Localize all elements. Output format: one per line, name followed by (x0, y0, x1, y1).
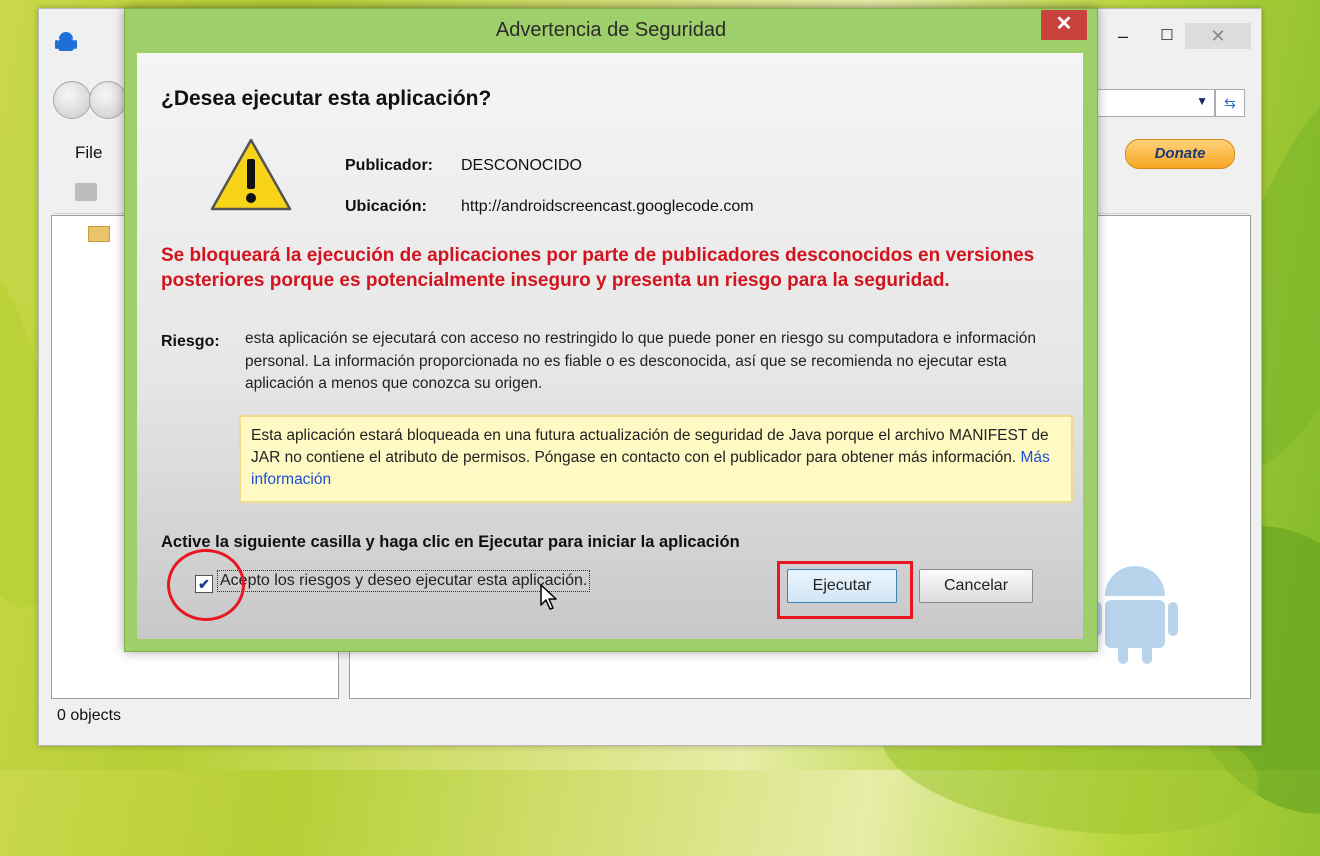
info-text: Esta aplicación estará bloqueada en una … (251, 427, 1049, 466)
dialog-question: ¿Desea ejecutar esta aplicación? (161, 87, 492, 110)
blocking-warning-text: Se bloqueará la ejecución de aplicacione… (161, 245, 1035, 291)
refresh-icon[interactable]: ⇆ (1215, 89, 1245, 117)
forward-button[interactable] (89, 81, 127, 119)
dropdown-arrow-icon[interactable]: ▼ (1196, 94, 1208, 108)
cancel-button[interactable]: Cancelar (919, 569, 1033, 603)
location-label: Ubicación: (345, 198, 427, 215)
close-button[interactable]: ✕ (1185, 23, 1251, 49)
upload-icon[interactable] (75, 183, 97, 201)
info-box: Esta aplicación estará bloqueada en una … (239, 415, 1073, 503)
security-warning-dialog: Advertencia de Seguridad ✕ ¿Desea ejecut… (124, 8, 1098, 652)
highlight-box (777, 561, 913, 619)
warning-icon (210, 138, 292, 211)
location-value: http://androidscreencast.googlecode.com (461, 198, 754, 215)
folder-icon[interactable] (88, 226, 110, 242)
mouse-cursor-icon (540, 584, 557, 610)
status-bar: 0 objects (57, 707, 122, 724)
android-app-icon (55, 31, 77, 61)
risk-description: esta aplicación se ejecutará con acceso … (245, 330, 1036, 392)
minimize-button[interactable]: – (1101, 23, 1145, 49)
dialog-close-button[interactable]: ✕ (1041, 10, 1087, 40)
publisher-value: DESCONOCIDO (461, 157, 582, 174)
instruction-text: Active la siguiente casilla y haga clic … (161, 533, 740, 551)
dialog-body: ¿Desea ejecutar esta aplicación? Publica… (137, 53, 1083, 639)
back-button[interactable] (53, 81, 91, 119)
donate-button[interactable]: Donate (1125, 139, 1235, 169)
risk-label: Riesgo: (161, 333, 220, 350)
publisher-label: Publicador: (345, 157, 434, 174)
accept-risk-label[interactable]: Acepto los riesgos y deseo ejecutar esta… (217, 570, 591, 592)
android-watermark-icon (1092, 566, 1178, 664)
menu-file[interactable]: File (75, 143, 102, 163)
address-bar[interactable]: ▼ (1095, 89, 1215, 117)
maximize-button[interactable]: ☐ (1145, 23, 1189, 49)
dialog-title: Advertencia de Seguridad (495, 19, 727, 41)
highlight-circle (167, 549, 245, 621)
